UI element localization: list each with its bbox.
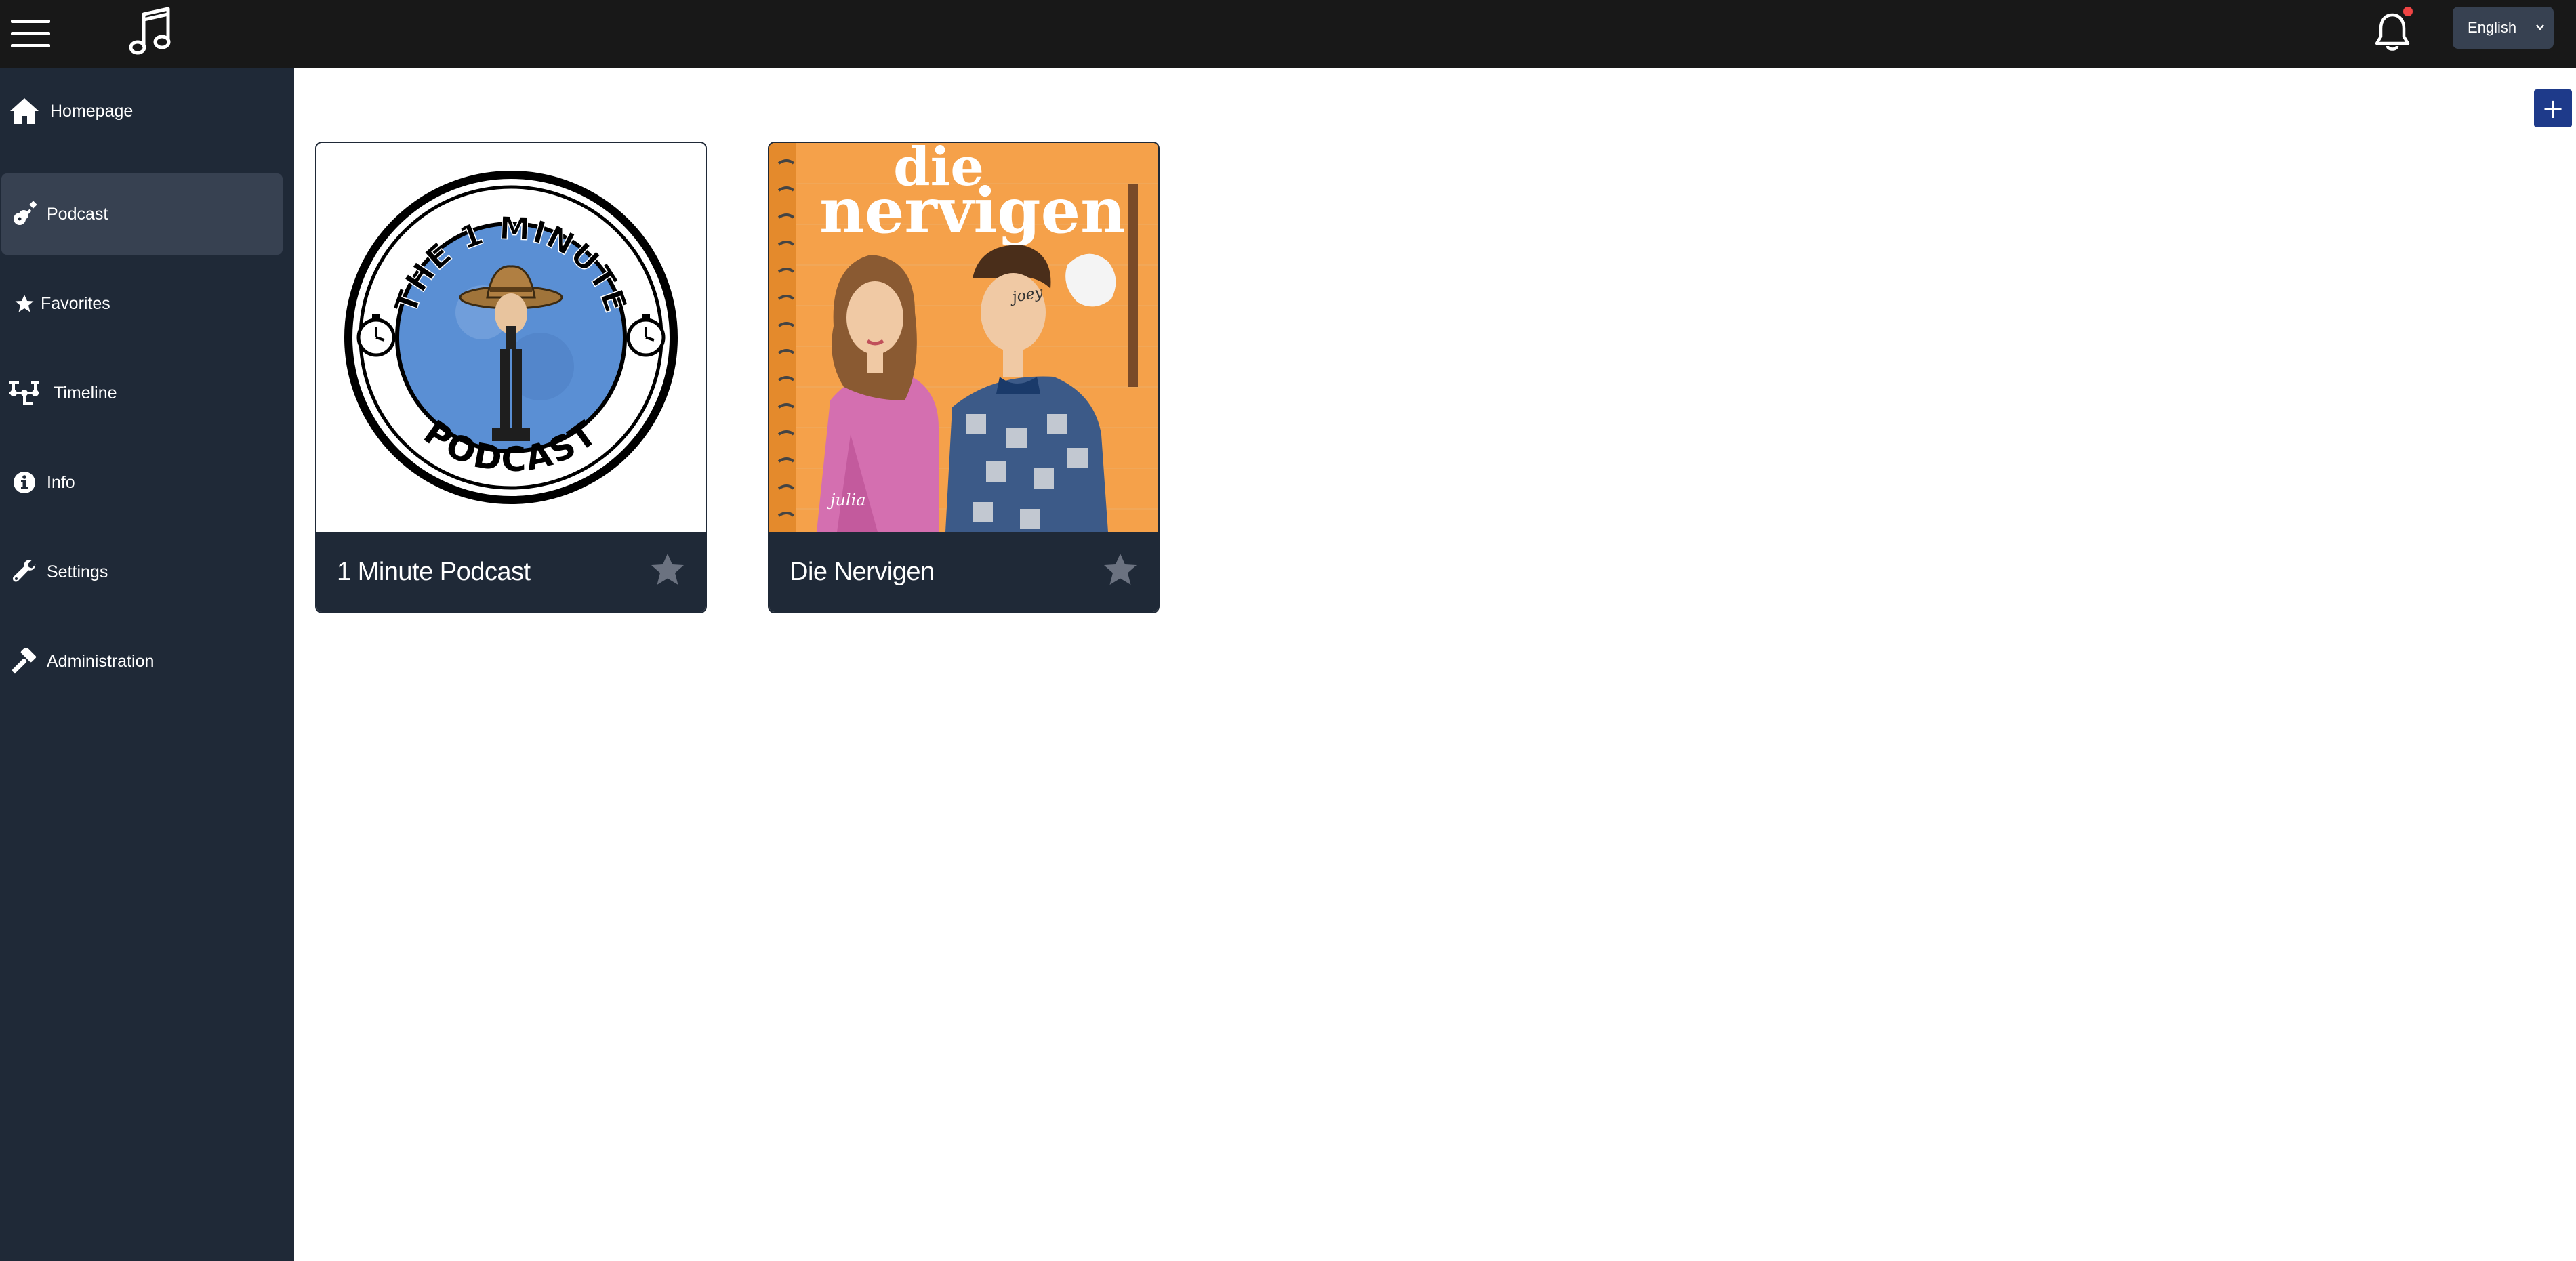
podcast-title: 1 Minute Podcast [337, 558, 531, 586]
star-icon [8, 287, 41, 320]
wrench-icon [8, 556, 41, 588]
language-select[interactable]: English [2453, 7, 2554, 49]
sidebar: Homepage Podcast Favorites Timeline Info… [0, 68, 294, 1261]
podcast-card-footer: 1 Minute Podcast [316, 532, 706, 612]
podcast-cover-image: die nervigen julia joey [769, 143, 1158, 532]
sidebar-item-timeline[interactable]: Timeline [1, 352, 283, 434]
podcast-card[interactable]: die nervigen julia joey Die Nervigen [768, 142, 1160, 613]
sidebar-item-homepage[interactable]: Homepage [1, 70, 283, 152]
info-icon [8, 466, 41, 499]
sidebar-item-label: Timeline [54, 383, 117, 402]
sidebar-item-label: Podcast [47, 204, 108, 224]
sidebar-item-settings[interactable]: Settings [1, 531, 283, 613]
sidebar-item-favorites[interactable]: Favorites [1, 263, 283, 344]
hammer-icon [8, 645, 41, 678]
sidebar-item-label: Info [47, 472, 75, 492]
music-note-icon[interactable] [127, 5, 175, 59]
favorite-star-icon[interactable] [1101, 551, 1139, 589]
favorite-star-icon[interactable] [649, 551, 687, 589]
podcast-title: Die Nervigen [790, 558, 935, 586]
sidebar-item-info[interactable]: Info [1, 442, 283, 523]
sidebar-item-label: Favorites [41, 293, 110, 313]
podcast-cover-image: THE 1 MINUTE PODCAST [316, 143, 706, 532]
chevron-down-icon [2536, 24, 2544, 30]
language-select-value: English [2468, 19, 2517, 36]
sidebar-item-label: Settings [47, 562, 108, 581]
top-bar: English [0, 0, 2576, 68]
podcast-card-footer: Die Nervigen [769, 532, 1158, 612]
notification-dot [2403, 7, 2413, 16]
sidebar-item-administration[interactable]: Administration [1, 621, 283, 702]
home-icon [8, 95, 41, 127]
podcast-card[interactable]: THE 1 MINUTE PODCAST 1 Minute Podcast [315, 142, 707, 613]
sidebar-item-label: Administration [47, 651, 155, 671]
cover-text-bottom: nervigen [819, 174, 1126, 247]
sidebar-item-podcast[interactable]: Podcast [1, 173, 283, 255]
add-podcast-button[interactable]: + [2534, 89, 2572, 127]
timeline-icon [8, 377, 41, 409]
hamburger-icon[interactable] [8, 12, 53, 56]
guitar-icon [8, 198, 41, 230]
cover-signature-left: julia [827, 491, 866, 510]
sidebar-item-label: Homepage [50, 101, 134, 121]
